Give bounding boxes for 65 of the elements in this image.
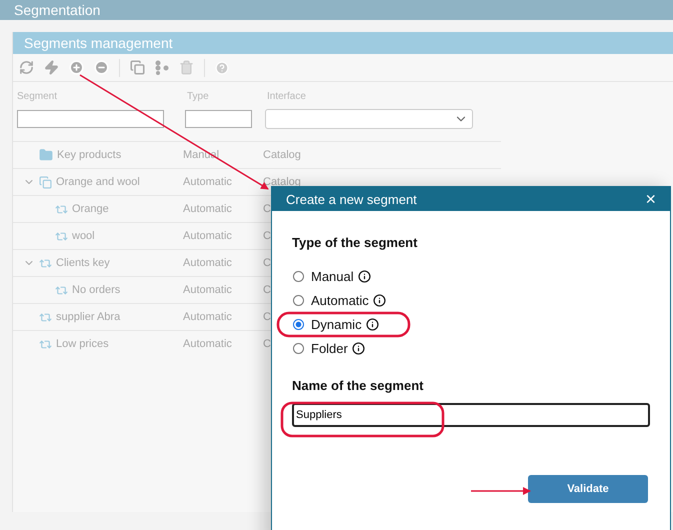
interface-cell: C [263,338,271,350]
type-cell: Automatic [183,230,232,242]
repeat-icon [39,256,52,270]
interface-cell: C [263,203,271,215]
radio-button[interactable] [293,318,304,330]
interface-cell: Catalog [263,149,301,161]
page-title: Segmentation [14,2,100,18]
name-field[interactable]: Suppliers [292,403,650,427]
repeat-icon [55,230,68,242]
option-label[interactable]: Dynamic [311,316,362,332]
radio-button[interactable] [293,342,304,354]
lightning-icon[interactable] [44,60,59,75]
option-label[interactable]: Automatic [311,292,369,308]
panel-title: Segments management [24,35,173,51]
column-header: Type [187,91,209,104]
info-icon[interactable] [352,342,365,354]
option-label[interactable]: Folder [311,340,348,356]
segment-name[interactable]: No orders [72,284,120,296]
interface-cell: C [263,311,271,323]
interface-cell: C [263,257,271,269]
segment-name[interactable]: Clients key [56,257,110,269]
info-icon[interactable] [366,318,379,330]
trash-icon[interactable] [179,60,194,75]
info-icon[interactable] [372,294,386,306]
column-header: Interface [267,91,306,104]
type-cell: Automatic [183,203,232,215]
type-cell: Automatic [183,338,232,350]
copy-icon[interactable] [130,60,145,75]
help-icon[interactable] [215,60,229,74]
repeat-icon [55,202,68,216]
tree-icon[interactable] [155,60,169,75]
validate-button[interactable]: Validate [528,475,648,503]
segment-name[interactable]: supplier Abra [56,311,120,323]
segment-filter[interactable] [17,110,164,128]
refresh-icon[interactable] [19,60,34,75]
remove-icon[interactable] [94,60,109,75]
interface-cell: C [263,230,271,242]
folder-icon [39,148,53,162]
column-header: Segment [17,91,58,104]
interface-cell: Catalog [263,176,301,188]
type-cell: Automatic [183,311,232,323]
type-cell: Automatic [183,176,232,188]
repeat-icon [39,338,52,350]
name-heading: Name of the segment [292,378,424,393]
repeat-icon [55,284,68,296]
segment-name[interactable]: wool [72,230,95,242]
close-button[interactable]: × [645,188,656,210]
interface-cell: C [263,284,271,296]
info-icon[interactable] [358,270,371,282]
segment-name[interactable]: Orange and wool [56,176,140,188]
type-cell: Automatic [183,284,232,296]
type-cell: Automatic [183,257,232,269]
dialog-title: Create a new segment [286,192,417,206]
add-icon[interactable] [69,60,84,75]
radio-button[interactable] [293,294,304,306]
type-filter[interactable] [185,110,252,128]
radio-button[interactable] [293,270,304,282]
type-heading: Type of the segment [292,235,418,250]
group-icon [39,176,52,188]
segment-name[interactable]: Orange [72,203,109,215]
option-label[interactable]: Manual [311,268,354,284]
repeat-icon [39,310,52,324]
segment-name[interactable]: Key products [57,149,122,161]
segment-name[interactable]: Low prices [56,338,109,350]
annotation-arrow [471,487,531,495]
